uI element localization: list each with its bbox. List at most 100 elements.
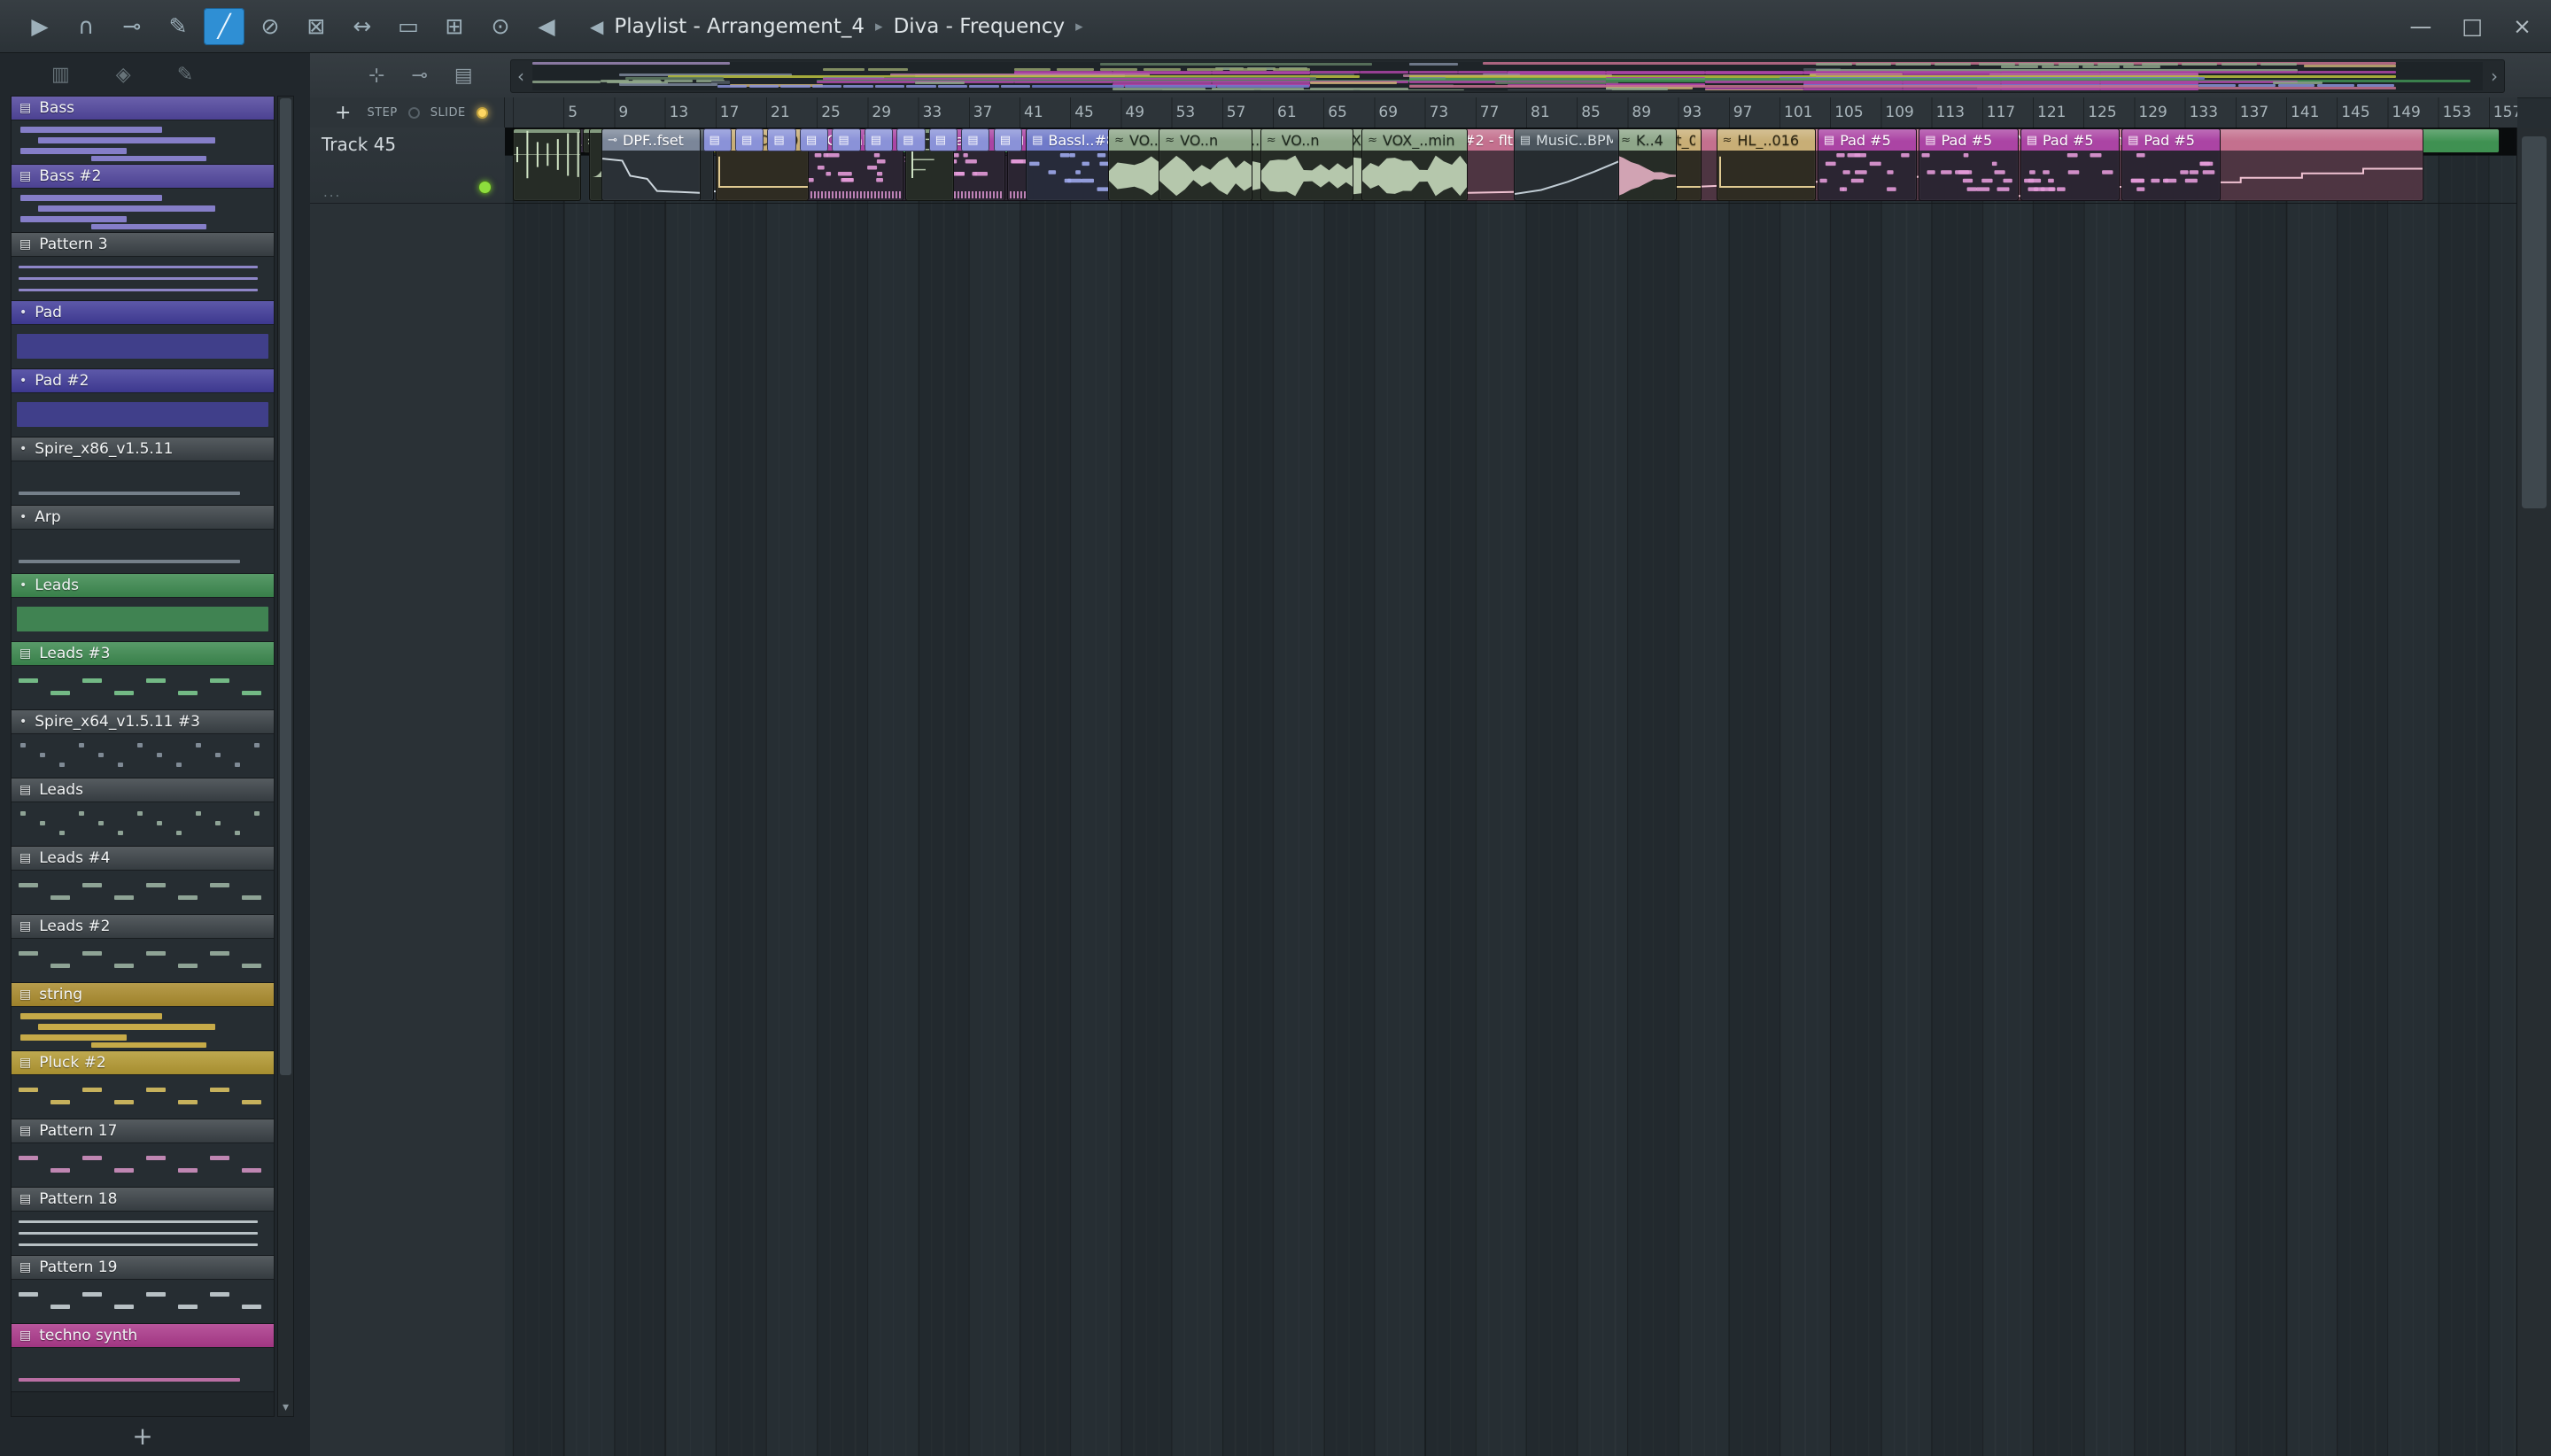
preview-mark xyxy=(40,753,45,757)
step-toggle[interactable] xyxy=(407,106,420,119)
clip[interactable]: ▤ Pad #5 xyxy=(2121,128,2221,201)
track-name-row[interactable]: Track 45... xyxy=(310,128,505,204)
clip[interactable]: ≈ VO..n xyxy=(1159,128,1252,201)
playlist-grid: ⊸Param. EQ 2..d 1 level⊸Pad #2 - flt-mod… xyxy=(505,128,2517,1456)
pattern-list-item[interactable]: ▤ Bass xyxy=(12,97,274,165)
clip-label: VO..n xyxy=(1180,131,1219,149)
preview-speaker-icon[interactable]: ◀ xyxy=(526,8,567,45)
pattern-name-bar: • Spire_x86_v1.5.11 xyxy=(12,438,274,461)
clip[interactable]: ≈ VO..n xyxy=(1260,128,1353,201)
timeline-ruler[interactable]: 5 9 13 17 21 25 29 33 37 41 45 49 53 57 61 65 69 73 77 81 85… xyxy=(505,97,2517,128)
clip-header: ≈ HL_..016 xyxy=(1717,129,1815,151)
pattern-list-item[interactable]: • Leads xyxy=(12,574,274,642)
paint-tool-icon[interactable]: ╱ xyxy=(204,7,244,45)
playlist-tool-icons: ⊹ ⊸ ▤ xyxy=(368,53,473,97)
clip-header: ≈ VOX_..min xyxy=(1362,129,1467,151)
pattern-icon: ▤ xyxy=(19,1124,32,1138)
pattern-preview xyxy=(12,1006,274,1050)
bullet-icon: • xyxy=(19,374,27,388)
mute-tool-icon[interactable]: ⊠ xyxy=(296,8,337,45)
clip[interactable]: ≈ VOX_..min xyxy=(1361,128,1468,201)
preview-mark xyxy=(20,1013,162,1019)
pattern-name-bar: ▤ Leads xyxy=(12,778,274,802)
pattern-list-item[interactable]: ▤ Leads #3 xyxy=(12,642,274,710)
chevron-right-icon: ▸ xyxy=(1075,17,1083,35)
pattern-list-item[interactable]: • Arp xyxy=(12,506,274,574)
pattern-list-item[interactable]: ▤ string xyxy=(12,983,274,1051)
pattern-list-item[interactable]: ▤ Pattern 18 xyxy=(12,1188,274,1256)
track-lane[interactable]: ≈ VO..n ≈ VO..n ≈ VOX_..min ▤ MusiC..BPM) ≈ HL_..… xyxy=(505,128,2517,204)
clip-label: HL_..016 xyxy=(1737,131,1800,149)
track-enable-led[interactable] xyxy=(478,181,492,194)
add-pattern-button[interactable]: + xyxy=(11,1421,275,1451)
slip-tool-icon[interactable]: ↔ xyxy=(342,8,383,45)
select-tool-icon[interactable]: ▭ xyxy=(388,8,429,45)
scrollbar-thumb[interactable] xyxy=(2522,136,2547,508)
link-tool-icon[interactable]: ⊸ xyxy=(112,8,152,45)
pattern-list-item[interactable]: ▤ Leads #4 xyxy=(12,847,274,915)
ruler-bar-number: 45 xyxy=(1074,104,1094,121)
preview-mark xyxy=(176,763,182,767)
pattern-list-item[interactable]: ▤ Pattern 3 xyxy=(12,233,274,301)
clip[interactable]: ▤ MusiC..BPM) xyxy=(1513,128,1620,201)
minimap-clip-mark xyxy=(532,62,730,65)
pattern-list-item[interactable]: • Spire_x64_v1.5.11 #3 xyxy=(12,710,274,778)
pattern-list-item[interactable]: • Pad #2 xyxy=(12,369,274,438)
preview-mark xyxy=(59,831,65,835)
headphones-icon[interactable]: ∩ xyxy=(66,8,106,45)
ruler-bar-number: 117 xyxy=(1986,104,2016,121)
clip[interactable]: ≈ HL_..016 xyxy=(1716,128,1816,201)
slide-tool-icon[interactable]: ⊸ xyxy=(411,65,427,87)
clip[interactable]: ▤ Pad #5 xyxy=(1919,128,2019,201)
pattern-list-item[interactable]: ▤ Bass #2 xyxy=(12,165,274,233)
pencil-tool-icon[interactable]: ✎ xyxy=(158,8,198,45)
move-tool-icon[interactable]: ⊹ xyxy=(368,65,384,87)
vertical-scrollbar[interactable] xyxy=(2516,128,2551,1456)
preview-mark xyxy=(114,895,134,900)
pattern-list-item[interactable]: ▤ techno synth xyxy=(12,1324,274,1392)
add-track-button[interactable]: + xyxy=(335,102,351,124)
pattern-grid-icon[interactable]: ▥ xyxy=(51,64,70,86)
pattern-list-item[interactable]: ▤ Leads #2 xyxy=(12,915,274,983)
clip[interactable]: ▤ Pad #5 xyxy=(1817,128,1918,201)
slide-toggle[interactable] xyxy=(476,106,488,119)
pattern-draw-icon[interactable]: ✎ xyxy=(177,64,193,86)
minimize-button[interactable]: — xyxy=(2409,13,2431,39)
pattern-list-item[interactable]: ▤ Pattern 19 xyxy=(12,1256,274,1324)
ruler-bar-number: 57 xyxy=(1226,104,1246,121)
maximize-button[interactable]: □ xyxy=(2462,13,2483,39)
scroll-down-icon[interactable]: ▾ xyxy=(278,1400,293,1414)
minimap-clip-mark xyxy=(1100,63,1372,66)
play-icon[interactable]: ▶ xyxy=(19,8,60,45)
timeline-minimap[interactable]: ‹ › xyxy=(510,59,2505,93)
preview-mark xyxy=(20,743,26,747)
minimap-clip-mark xyxy=(906,85,936,89)
magnify-tool-icon[interactable]: ⊙ xyxy=(480,8,521,45)
pattern-star-icon[interactable]: ◈ xyxy=(116,64,131,86)
delete-tool-icon[interactable]: ⊘ xyxy=(250,8,291,45)
clip-body-graphic xyxy=(1921,153,2013,191)
preview-mark xyxy=(20,811,26,816)
close-button[interactable]: × xyxy=(2513,13,2532,39)
minimap-scroll-right-button[interactable]: › xyxy=(2485,60,2504,92)
zoom-tool-icon[interactable]: ⊞ xyxy=(434,8,475,45)
pattern-list-item[interactable]: • Spire_x86_v1.5.11 xyxy=(12,438,274,506)
pattern-list-item[interactable]: ▤ Pluck #2 xyxy=(12,1051,274,1119)
grid-view-icon[interactable]: ▤ xyxy=(454,65,473,87)
minimap-scroll-left-button[interactable]: ‹ xyxy=(511,60,531,92)
preview-mark xyxy=(19,492,240,495)
pattern-list-item[interactable]: ▤ Pattern 17 xyxy=(12,1119,274,1188)
minimap-clip-mark xyxy=(816,80,916,83)
pattern-list-item[interactable]: • Pad xyxy=(12,301,274,369)
minimap-clip-mark xyxy=(2001,66,2039,69)
preview-mark xyxy=(19,1243,258,1246)
pattern-preview xyxy=(12,1142,274,1187)
pattern-preview xyxy=(12,1074,274,1119)
clip[interactable]: ▤ Pad #5 xyxy=(2020,128,2121,201)
minimap-clip-mark xyxy=(2123,66,2161,69)
preview-mark xyxy=(114,1305,134,1309)
ruler-bar-number: 149 xyxy=(2392,104,2421,121)
scrollbar-thumb[interactable] xyxy=(280,98,291,1075)
pattern-list-scrollbar[interactable]: ▾ xyxy=(277,96,294,1417)
pattern-list-item[interactable]: ▤ Leads xyxy=(12,778,274,847)
